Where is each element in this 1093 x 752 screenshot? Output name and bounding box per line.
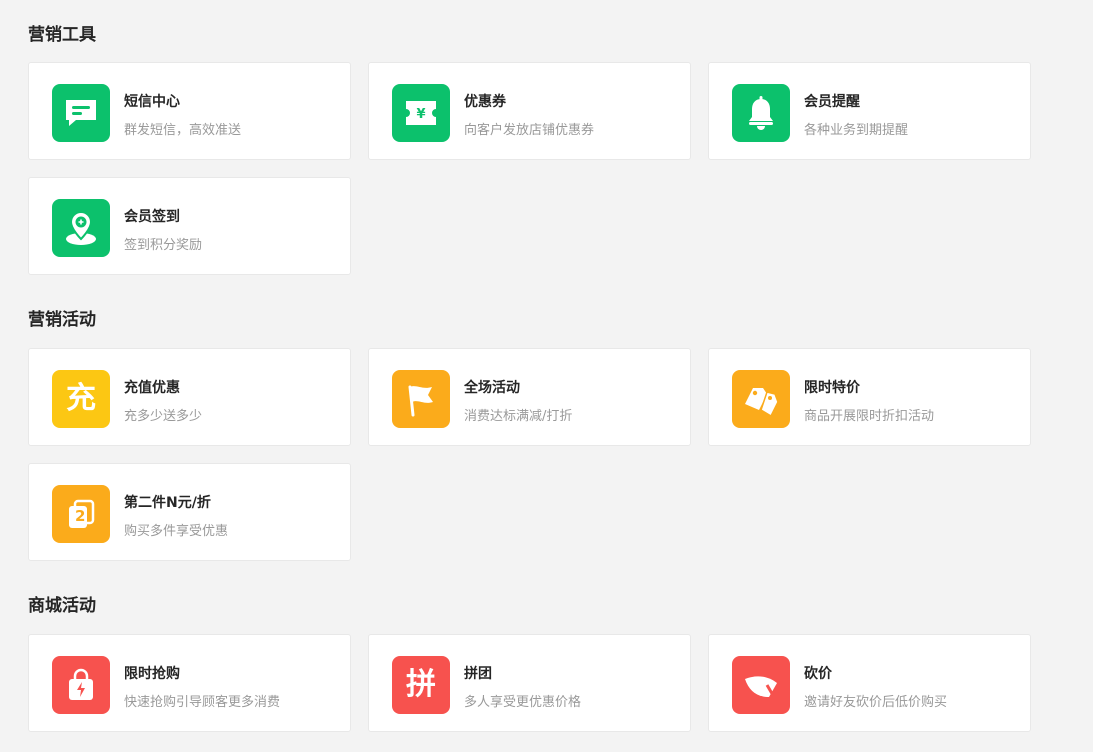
card-title: 限时抢购	[124, 666, 180, 682]
card-description: 邀请好友砍价后低价购买	[804, 695, 948, 710]
card-description: 快速抢购引导顾客更多消费	[124, 695, 281, 710]
second-item-icon-glyph: 2	[75, 507, 86, 525]
card-description: 群发短信，高效准送	[124, 123, 242, 138]
card-storewide-activity[interactable]: 全场活动 消费达标满减/打折	[368, 348, 691, 446]
card-description: 购买多件享受优惠	[124, 524, 229, 539]
group-buy-icon: 拼	[392, 656, 450, 714]
card-title: 限时特价	[804, 380, 860, 396]
card-flash-sale[interactable]: 限时抢购 快速抢购引导顾客更多消费	[28, 634, 351, 732]
card-title: 充值优惠	[124, 380, 180, 396]
card-title: 会员提醒	[804, 94, 860, 110]
flag-icon	[392, 370, 450, 428]
second-item-icon: 2	[52, 485, 110, 543]
flash-sale-bag-icon	[52, 656, 110, 714]
card-title: 全场活动	[464, 380, 520, 396]
card-description: 向客户发放店铺优惠券	[464, 123, 595, 138]
section-title-mall-activities: 商城活动	[28, 596, 96, 616]
card-bargain[interactable]: 砍价 邀请好友砍价后低价购买	[708, 634, 1031, 732]
card-coupon[interactable]: ¥ 优惠券 向客户发放店铺优惠券	[368, 62, 691, 160]
card-description: 商品开展限时折扣活动	[804, 409, 935, 424]
card-recharge-discount[interactable]: 充 充值优惠 充多少送多少	[28, 348, 351, 446]
sms-icon	[52, 84, 110, 142]
card-sms-center[interactable]: 短信中心 群发短信，高效准送	[28, 62, 351, 160]
card-member-reminder[interactable]: 会员提醒 各种业务到期提醒	[708, 62, 1031, 160]
price-tag-icon	[732, 370, 790, 428]
group-buy-icon-glyph: 拼	[406, 667, 436, 702]
card-title: 第二件N元/折	[124, 495, 211, 511]
card-description: 各种业务到期提醒	[804, 123, 909, 138]
coupon-icon: ¥	[392, 84, 450, 142]
card-limited-time-price[interactable]: 限时特价 商品开展限时折扣活动	[708, 348, 1031, 446]
card-member-checkin[interactable]: 会员签到 签到积分奖励	[28, 177, 351, 275]
card-group-buy[interactable]: 拼 拼团 多人享受更优惠价格	[368, 634, 691, 732]
card-description: 消费达标满减/打折	[464, 409, 573, 424]
card-title: 优惠券	[464, 94, 506, 110]
card-description: 充多少送多少	[124, 409, 203, 424]
svg-text:¥: ¥	[416, 107, 425, 122]
recharge-icon-glyph: 充	[66, 381, 96, 416]
location-pin-icon	[52, 199, 110, 257]
card-title: 短信中心	[124, 94, 180, 110]
card-description: 多人享受更优惠价格	[464, 695, 582, 710]
card-title: 会员签到	[124, 209, 180, 225]
card-second-item-discount[interactable]: 2 第二件N元/折 购买多件享受优惠	[28, 463, 351, 561]
section-title-marketing-activities: 营销活动	[28, 310, 96, 330]
recharge-icon: 充	[52, 370, 110, 428]
card-description: 签到积分奖励	[124, 238, 203, 253]
card-title: 砍价	[804, 666, 832, 682]
bargain-knife-icon	[732, 656, 790, 714]
section-title-marketing-tools: 营销工具	[28, 25, 96, 45]
bell-icon	[732, 84, 790, 142]
card-title: 拼团	[464, 666, 492, 682]
